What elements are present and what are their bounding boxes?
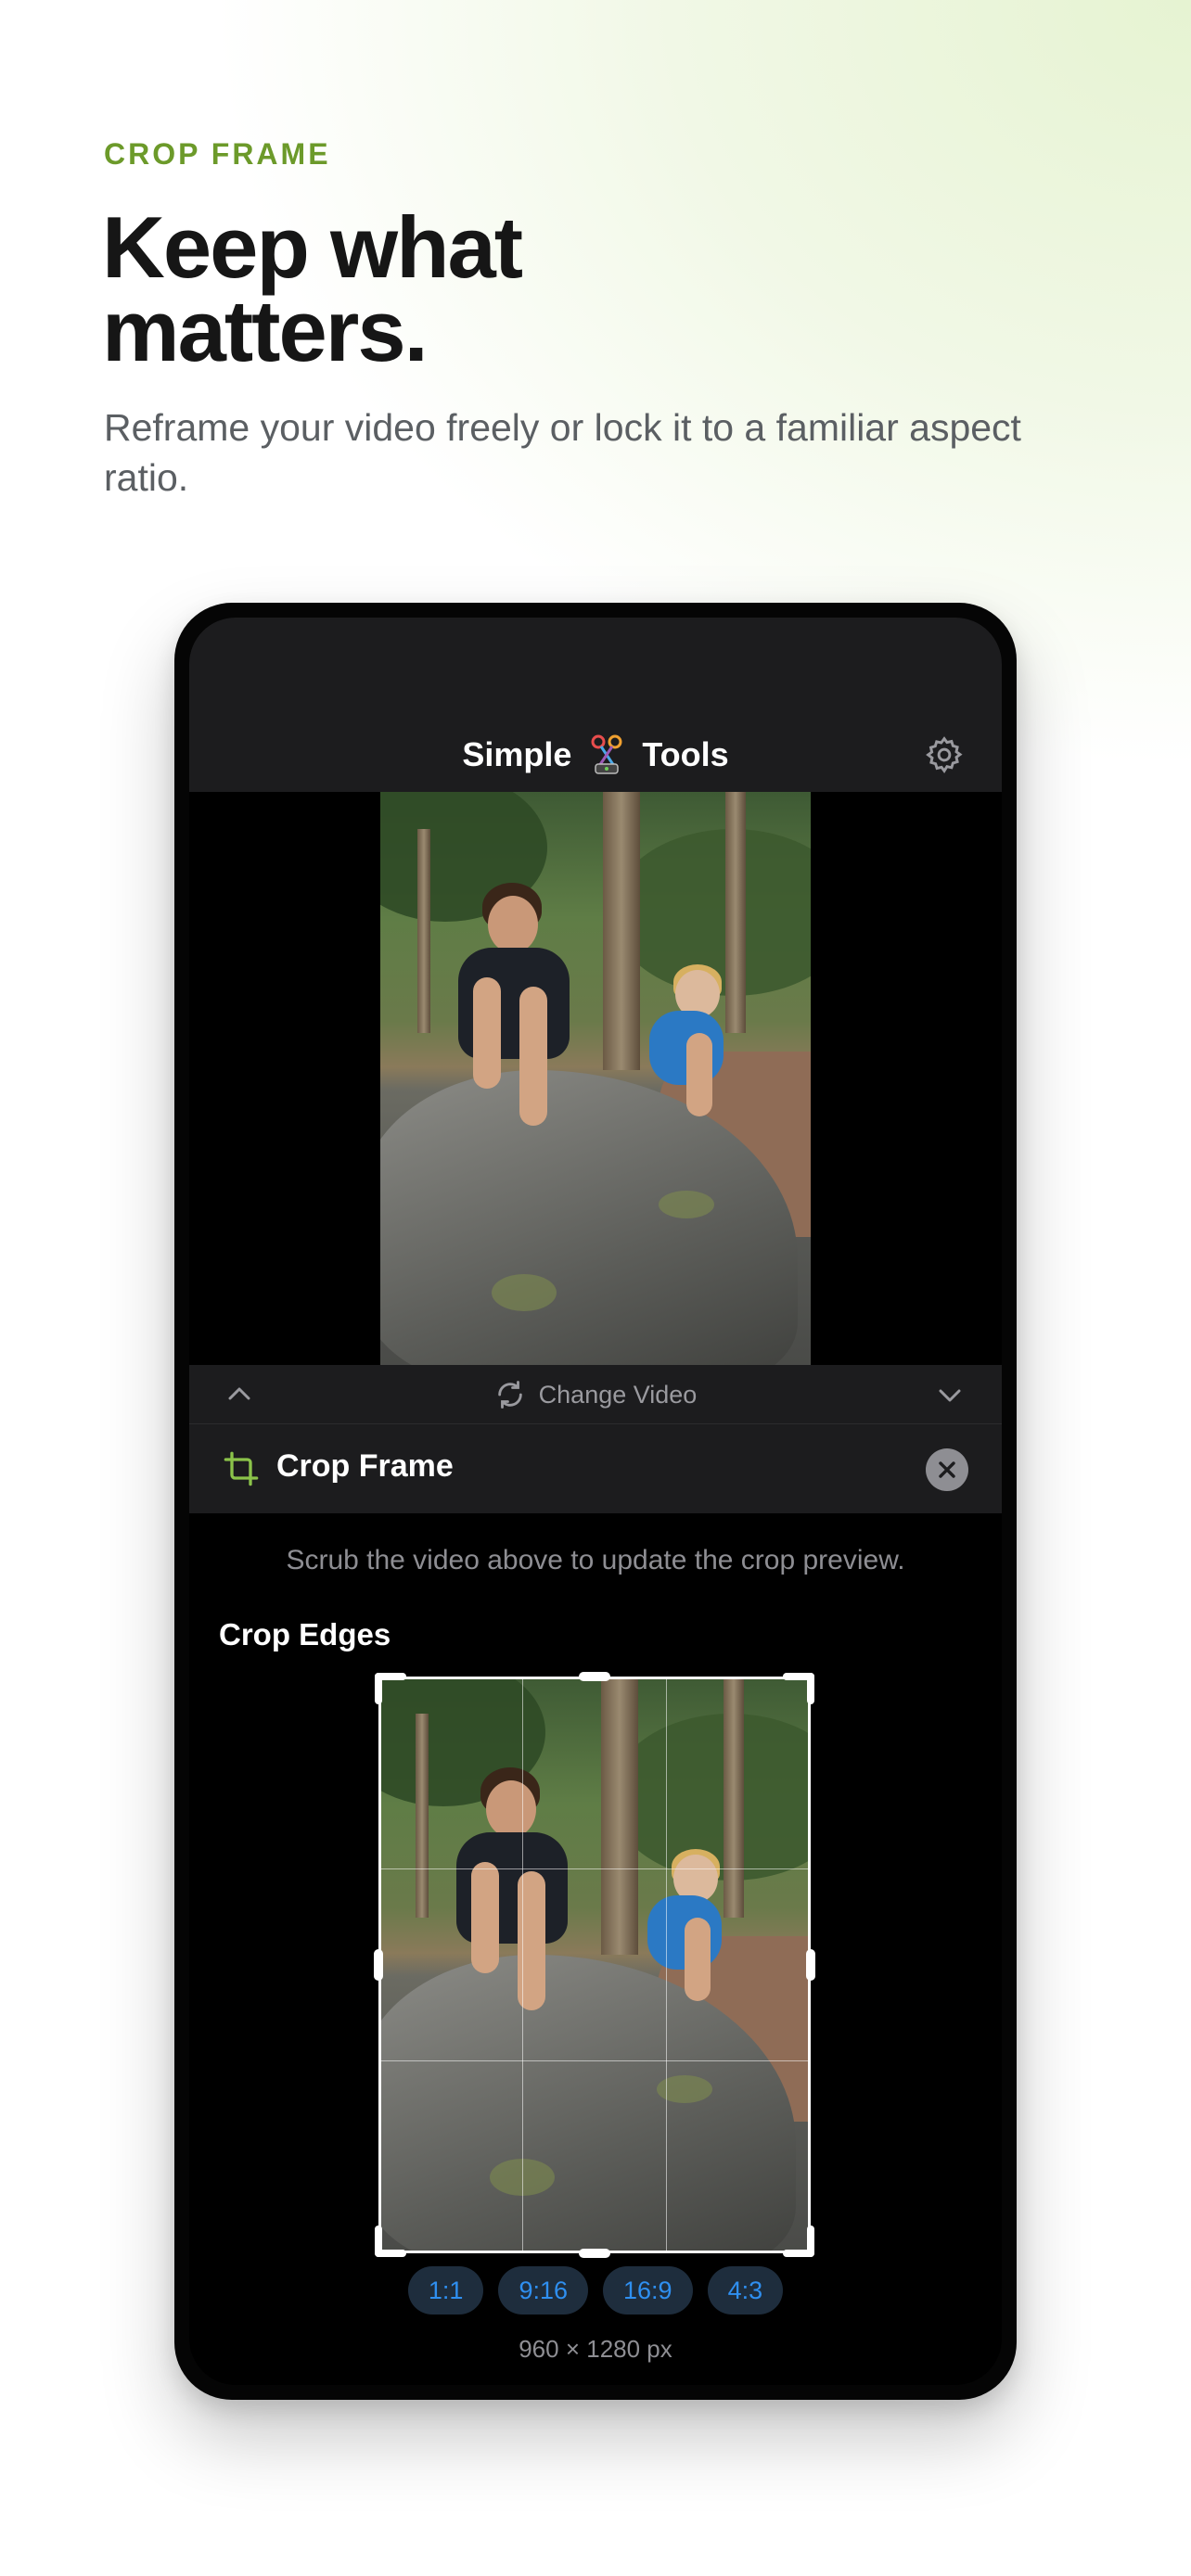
crop-handle-left[interactable] (374, 1949, 383, 1981)
crop-handle-top[interactable] (579, 1672, 610, 1681)
aspect-ratio-options: 1:1 9:16 16:9 4:3 (189, 2266, 1002, 2315)
grid-line (378, 2060, 811, 2061)
video-controls-bar: Change Video (189, 1365, 1002, 1424)
subhead: Reframe your video freely or lock it to … (104, 406, 1021, 499)
ratio-1-1-button[interactable]: 1:1 (407, 2266, 484, 2315)
phone-screen: Simple Tools Change Video Crop Frame Scr… (189, 618, 1002, 2385)
app-title-left: Simple (462, 735, 572, 773)
grid-line (666, 1677, 667, 2253)
crop-icon (224, 1451, 259, 1486)
close-icon (939, 1461, 955, 1478)
ratio-4-3-button[interactable]: 4:3 (707, 2266, 784, 2315)
app-title: Simple Tools (189, 729, 1002, 781)
app-title-right: Tools (642, 735, 729, 773)
eyebrow: CROP FRAME (104, 137, 331, 171)
nav-bar: Simple Tools (189, 618, 1002, 792)
headline: Keep what matters. (102, 198, 523, 379)
video-preview[interactable] (189, 792, 1002, 1365)
output-dimensions: 960 × 1280 px (519, 2335, 672, 2363)
panel-title: Crop Frame (276, 1448, 454, 1484)
video-frame-image (380, 792, 811, 1365)
crop-frame-border (378, 1677, 811, 2253)
change-video-button[interactable]: Change Video (189, 1365, 1002, 1424)
scrub-hint: Scrub the video above to update the crop… (286, 1545, 905, 1575)
grid-line (378, 1868, 811, 1869)
ratio-16-9-button[interactable]: 16:9 (603, 2266, 693, 2315)
change-video-label: Change Video (538, 1380, 698, 1409)
app-logo-icon (591, 734, 622, 774)
crop-panel-header: Crop Frame (189, 1424, 1002, 1513)
refresh-icon (497, 1381, 522, 1409)
grid-line (522, 1677, 523, 2253)
chevron-down-icon[interactable] (935, 1382, 965, 1408)
crop-handle-bottom[interactable] (579, 2249, 610, 2258)
crop-handle-right[interactable] (806, 1949, 815, 1981)
close-button[interactable] (926, 1448, 968, 1491)
crop-editor[interactable] (374, 1672, 815, 2258)
crop-handle-top-left[interactable] (375, 1673, 382, 1704)
crop-handle-top-right[interactable] (807, 1673, 814, 1704)
ratio-9-16-button[interactable]: 9:16 (498, 2266, 588, 2315)
phone-mockup: Simple Tools Change Video Crop Frame Scr… (174, 603, 1017, 2400)
gear-icon[interactable] (924, 734, 965, 775)
crop-handle-bottom-right[interactable] (807, 2225, 814, 2257)
crop-edges-label: Crop Edges (219, 1617, 391, 1651)
crop-handle-bottom-left[interactable] (375, 2225, 382, 2257)
